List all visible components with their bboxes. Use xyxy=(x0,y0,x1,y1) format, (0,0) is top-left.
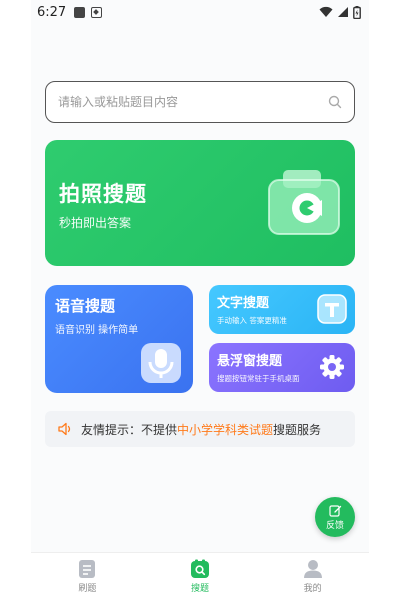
search-tab-icon xyxy=(191,559,209,578)
text-search-subtitle: 手动输入 答案更精准 xyxy=(217,316,287,325)
photo-search-subtitle: 秒拍即出答案 xyxy=(59,216,132,230)
app-notification-icon xyxy=(91,6,103,18)
search-input[interactable] xyxy=(58,95,328,109)
status-icons xyxy=(319,5,361,19)
document-icon xyxy=(79,560,96,578)
search-icon[interactable] xyxy=(328,95,342,109)
voice-search-card[interactable]: 语音搜题 语音识别 操作简单 xyxy=(45,285,193,393)
bottom-tab-bar: 刷题 搜题 我的 xyxy=(31,552,369,600)
battery-icon xyxy=(353,5,361,19)
photo-search-card[interactable]: 拍照搜题 秒拍即出答案 xyxy=(45,140,355,266)
search-box[interactable] xyxy=(45,81,355,123)
tab-profile-label: 我的 xyxy=(303,584,322,594)
person-icon xyxy=(303,560,322,578)
gear-icon xyxy=(320,355,344,379)
feedback-button[interactable]: 反馈 xyxy=(315,497,355,537)
signal-icon xyxy=(338,7,348,17)
tab-practice[interactable]: 刷题 xyxy=(31,553,144,600)
floating-search-subtitle: 搜题按钮常驻于手机桌面 xyxy=(217,374,300,383)
notification-icon xyxy=(74,6,86,18)
notice-suffix: 搜题服务 xyxy=(273,422,322,437)
notice-banner: 友情提示：不提供 中小学学科类试题 搜题服务 xyxy=(45,411,355,447)
feedback-label: 反馈 xyxy=(325,520,344,531)
tab-search-label: 搜题 xyxy=(191,584,210,594)
wifi-icon xyxy=(319,6,333,17)
status-time: 6:27 xyxy=(37,4,67,20)
status-bar: 6:27 xyxy=(31,0,369,24)
voice-search-subtitle: 语音识别 操作简单 xyxy=(55,325,139,336)
microphone-icon xyxy=(141,343,181,383)
speaker-icon xyxy=(58,422,71,436)
app-screen: 6:27 拍照搜题 秒拍即出答案 语音搜题 语音识别 操作简单 xyxy=(31,0,369,600)
edit-icon xyxy=(328,504,341,517)
text-t-icon xyxy=(317,294,347,324)
text-search-card[interactable]: 文字搜题 手动输入 答案更精准 xyxy=(209,285,355,334)
text-search-title: 文字搜题 xyxy=(217,296,270,311)
notice-prefix: 友情提示：不提供 xyxy=(81,422,178,437)
voice-search-title: 语音搜题 xyxy=(55,297,116,315)
photo-search-title: 拍照搜题 xyxy=(59,182,147,206)
tab-profile[interactable]: 我的 xyxy=(256,553,369,600)
floating-window-search-card[interactable]: 悬浮窗搜题 搜题按钮常驻于手机桌面 xyxy=(209,343,355,392)
floating-search-title: 悬浮窗搜题 xyxy=(217,354,283,369)
tab-search[interactable]: 搜题 xyxy=(144,553,257,600)
camera-icon xyxy=(268,170,340,235)
tab-practice-label: 刷题 xyxy=(78,584,97,594)
notice-highlight: 中小学学科类试题 xyxy=(177,422,274,437)
